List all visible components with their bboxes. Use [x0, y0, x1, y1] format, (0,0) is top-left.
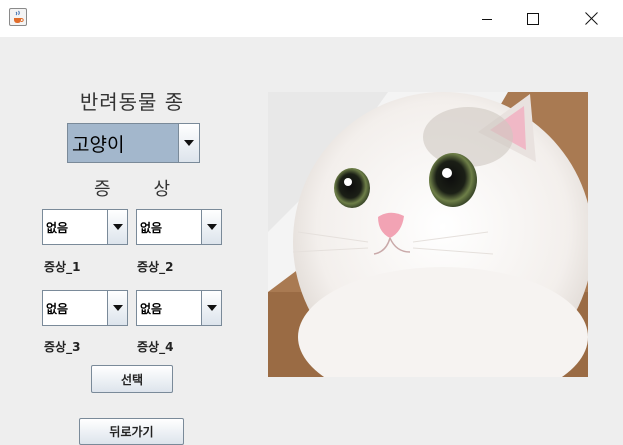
chevron-down-icon[interactable] [201, 210, 221, 244]
close-button[interactable] [564, 0, 618, 37]
species-label: 반려동물 종 [79, 90, 185, 114]
species-select[interactable]: 고양이 [67, 123, 200, 163]
symptom-3-selected-value: 없음 [46, 301, 69, 316]
maximize-button[interactable] [506, 0, 560, 37]
symptom-1-selected-value: 없음 [46, 220, 69, 235]
symptom-2-label: 증상_2 [137, 260, 174, 274]
symptoms-label-char-2: 상 [153, 179, 170, 200]
chevron-down-icon[interactable] [201, 291, 221, 325]
java-cup-icon [9, 8, 27, 26]
symptom-1-select[interactable]: 없음 [42, 209, 128, 245]
maximize-icon [527, 12, 539, 25]
pet-photo [268, 92, 588, 377]
species-selected-value: 고양이 [68, 124, 179, 162]
chevron-down-icon[interactable] [178, 124, 199, 162]
symptom-1-label: 증상_1 [44, 260, 81, 274]
symptom-2-selected-value: 없음 [140, 220, 163, 235]
select-button[interactable]: 선택 [91, 365, 173, 393]
symptom-2-select[interactable]: 없음 [136, 209, 222, 245]
chevron-down-icon[interactable] [107, 210, 127, 244]
symptom-4-label: 증상_4 [137, 340, 174, 354]
close-icon [584, 12, 598, 25]
symptoms-label: 증 상 [94, 175, 170, 201]
minimize-icon [482, 18, 492, 20]
chevron-down-icon[interactable] [107, 291, 127, 325]
symptoms-label-char-1: 증 [94, 179, 111, 200]
symptom-4-selected-value: 없음 [140, 301, 163, 316]
title-bar [0, 0, 623, 37]
symptom-3-select[interactable]: 없음 [42, 290, 128, 326]
symptom-3-label: 증상_3 [44, 340, 81, 354]
back-button[interactable]: 뒤로가기 [79, 418, 184, 445]
symptom-4-select[interactable]: 없음 [136, 290, 222, 326]
